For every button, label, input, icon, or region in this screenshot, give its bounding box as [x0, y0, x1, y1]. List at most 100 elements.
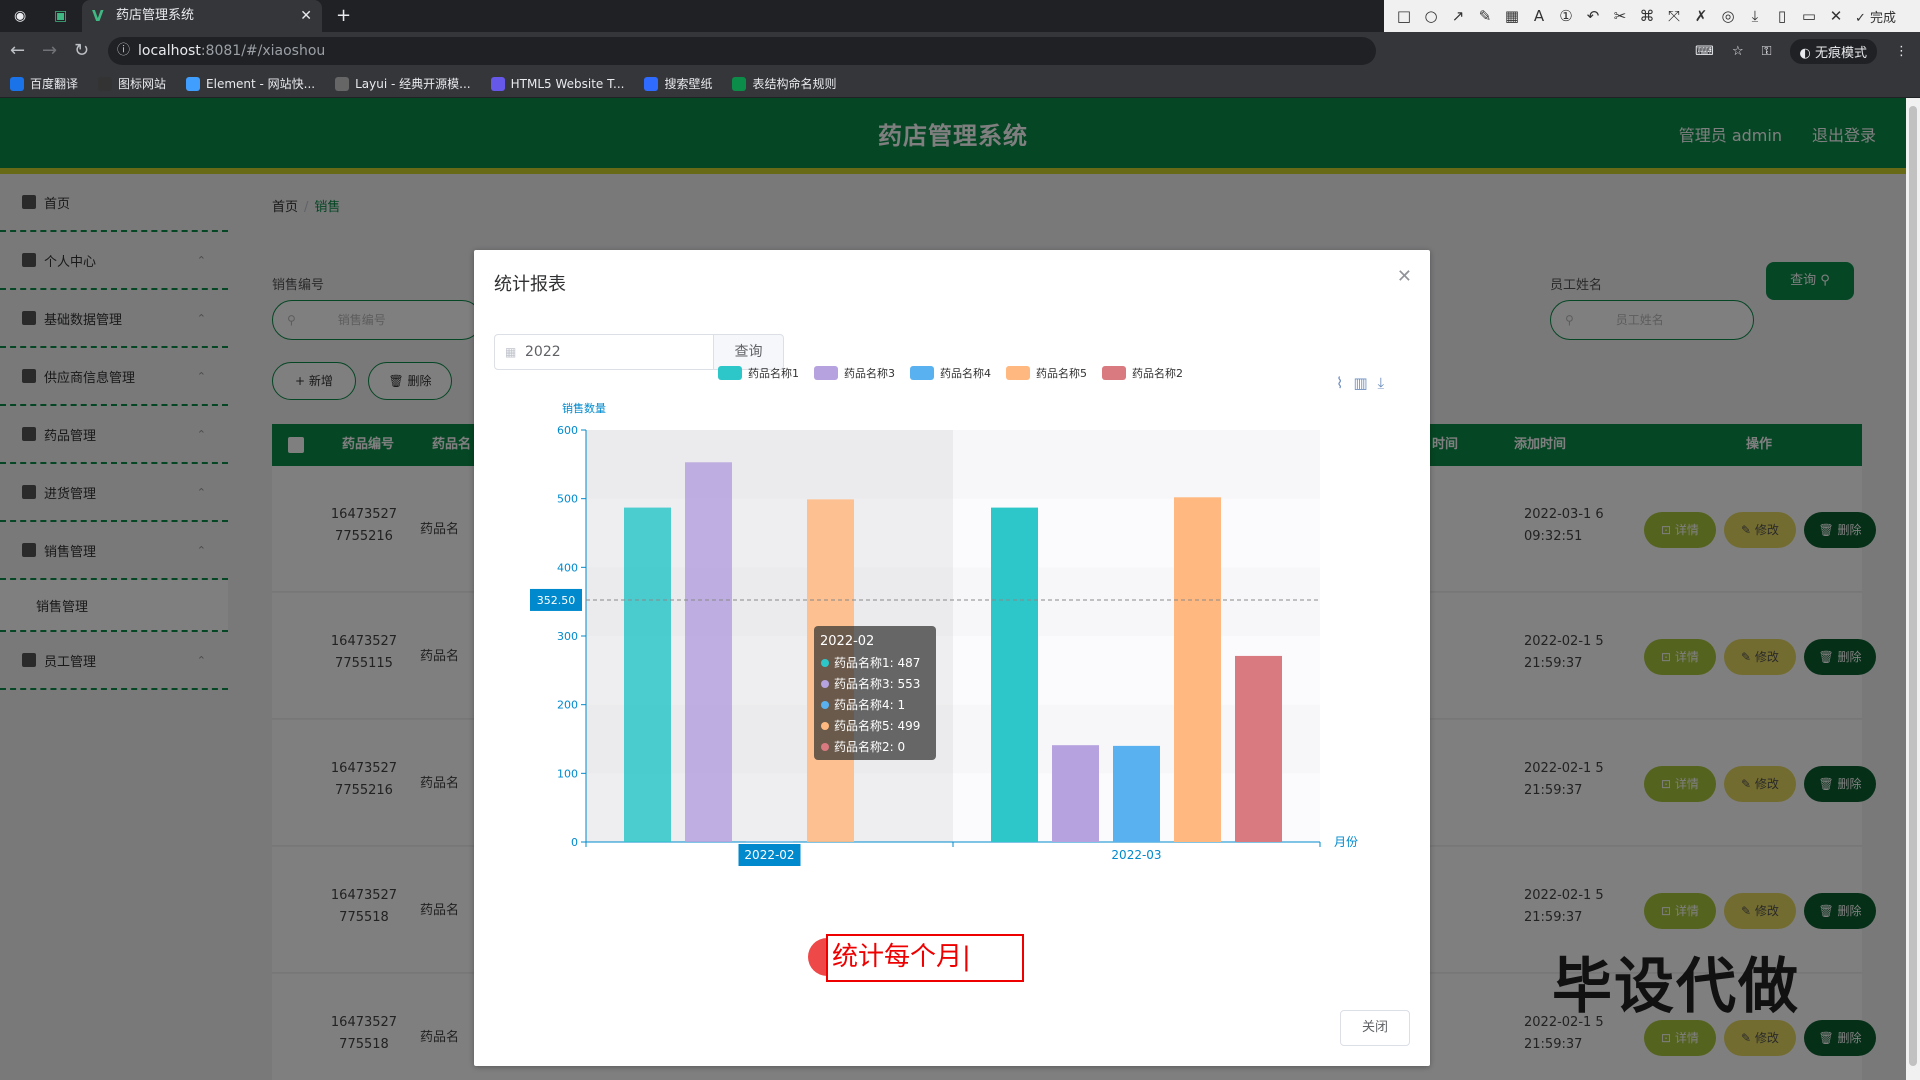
tab-close-icon[interactable]: ✕ — [300, 0, 312, 32]
x-category-label: 2022-02 — [744, 848, 794, 862]
tooltip-line: 药品名称2: 0 — [834, 739, 905, 754]
long-shot-icon[interactable]: ⤧ — [1664, 7, 1684, 25]
url-field[interactable]: ⓘ localhost:8081/#/xiaoshou — [108, 37, 1376, 65]
x-axis-title: 月份 — [1334, 835, 1358, 849]
bookmark-favicon-icon — [732, 76, 747, 91]
bar-药品名称1 — [991, 507, 1038, 842]
bookmark-item[interactable]: Element - 网站快... — [186, 75, 315, 92]
tooltip-line: 药品名称1: 487 — [834, 655, 920, 670]
pen-tool-icon[interactable]: ✎ — [1475, 7, 1495, 25]
text-tool-icon[interactable]: A — [1529, 7, 1549, 25]
bar-药品名称3 — [685, 462, 732, 842]
undo-icon[interactable]: ↶ — [1583, 7, 1603, 25]
bookmark-favicon-icon — [98, 76, 113, 91]
tooltip-line: 药品名称5: 499 — [834, 718, 920, 733]
forward-icon[interactable]: → — [42, 32, 57, 70]
x-category-label: 2022-03 — [1111, 848, 1161, 862]
bookmark-favicon-icon — [10, 76, 24, 91]
sales-bar-chart: 0 100 200 300 400 500 600 销售数量 2022-02 2022-03 月份 3… — [530, 366, 1358, 866]
legend-swatch — [814, 366, 838, 380]
tab-title: 药店管理系统 — [116, 8, 195, 23]
browser-actions: ⌨ ☆ ⚿ ◐ 无痕模式 ⋮ — [1695, 32, 1908, 70]
legend-swatch — [910, 366, 934, 380]
url-host: localhost — [138, 43, 201, 59]
browser-tab-active[interactable]: V 药店管理系统 ✕ — [82, 0, 322, 32]
bookmarks-bar: 百度翻译 图标网站 Element - 网站快... Layui - 经典开源模...… — [0, 70, 1920, 98]
done-button[interactable]: ✓ 完成 — [1855, 7, 1896, 26]
cancel-pin-icon[interactable]: ✗ — [1691, 7, 1711, 25]
legend-label: 药品名称2 — [1132, 366, 1183, 380]
legend-swatch — [1006, 366, 1030, 380]
number-tool-icon[interactable]: ① — [1556, 7, 1576, 25]
bookmark-star-icon[interactable]: ☆ — [1732, 44, 1744, 59]
bookmark-label: 表结构命名规则 — [752, 77, 837, 91]
bookmark-item[interactable]: 表结构命名规则 — [732, 75, 836, 92]
bookmark-label: 百度翻译 — [30, 77, 79, 91]
tooltip-title: 2022-02 — [820, 634, 874, 649]
bar-药品名称5 — [1174, 497, 1221, 842]
legend-label: 药品名称3 — [844, 366, 895, 380]
arrow-tool-icon[interactable]: ↗ — [1448, 7, 1468, 25]
bar-药品名称1 — [624, 507, 671, 842]
tooltip-marker — [821, 659, 829, 667]
bookmark-favicon-icon — [490, 76, 505, 91]
download-icon[interactable]: ⤓ — [1745, 7, 1765, 25]
address-bar-row: ← → ↻ ⓘ localhost:8081/#/xiaoshou ⌨ ☆ ⚿ … — [0, 32, 1920, 70]
watermark-text: 毕设代做 — [1552, 952, 1800, 1022]
back-icon[interactable]: ← — [10, 32, 25, 70]
y-axis-title: 销售数量 — [562, 401, 606, 415]
dialog-title: 统计报表 — [494, 274, 566, 295]
bookmark-favicon-icon — [644, 76, 659, 91]
tooltip-marker — [821, 701, 829, 709]
tooltip-marker — [821, 722, 829, 730]
bookmark-label: Element - 网站快... — [206, 77, 316, 91]
bar-药品名称4 — [1113, 745, 1160, 842]
bookmark-label: 图标网站 — [118, 77, 167, 91]
close-icon[interactable]: ✕ — [1826, 7, 1846, 25]
incognito-badge[interactable]: ◐ 无痕模式 — [1789, 38, 1877, 64]
page-scrollbar[interactable] — [1906, 98, 1920, 1080]
browser-more-icon[interactable]: ⋮ — [1895, 44, 1908, 59]
copy-icon[interactable]: ▯ — [1772, 7, 1792, 25]
scrollbar-thumb[interactable] — [1909, 106, 1917, 1066]
bookmark-icon[interactable]: ▭ — [1799, 7, 1819, 25]
legend-label: 药品名称4 — [940, 366, 991, 380]
year-value: 2022 — [525, 344, 561, 360]
bookmark-favicon-icon — [335, 76, 350, 91]
pinned-tab-icon[interactable]: ▣ — [54, 0, 67, 32]
bookmark-item[interactable]: Layui - 经典开源模... — [335, 75, 471, 92]
bookmark-item[interactable]: 百度翻译 — [10, 75, 78, 92]
site-info-icon[interactable]: ⓘ — [117, 37, 130, 65]
legend-label: 药品名称5 — [1036, 366, 1087, 380]
tooltip-marker — [821, 743, 829, 751]
axis-pointer-label: 352.50 — [537, 594, 576, 607]
legend-swatch — [1102, 366, 1126, 380]
annotation-textbox[interactable]: 统计每个月| — [826, 934, 1024, 982]
tooltip-line: 药品名称3: 553 — [834, 676, 920, 691]
reload-icon[interactable]: ↻ — [74, 32, 89, 70]
bar-药品名称4 — [746, 841, 793, 842]
record-icon[interactable]: ◎ — [1718, 7, 1738, 25]
vue-logo-icon: V — [92, 7, 104, 25]
bookmark-item[interactable]: HTML5 Website T... — [490, 76, 625, 91]
pin-icon[interactable]: ✂ — [1610, 7, 1630, 25]
ellipse-tool-icon[interactable]: ○ — [1421, 7, 1441, 25]
bookmark-item[interactable]: 图标网站 — [98, 75, 166, 92]
legend-label: 药品名称1 — [748, 366, 799, 380]
bookmark-label: HTML5 Website T... — [510, 76, 625, 91]
url-path: :8081/#/xiaoshou — [200, 43, 326, 59]
bookmark-item[interactable]: 搜索壁纸 — [644, 75, 712, 92]
dialog-close-icon[interactable]: ✕ — [1397, 266, 1412, 287]
new-tab-icon[interactable]: + — [336, 0, 351, 32]
mosaic-tool-icon[interactable]: ▦ — [1502, 7, 1522, 25]
translate-icon[interactable]: ⌘ — [1637, 7, 1657, 25]
rectangle-tool-icon[interactable]: □ — [1394, 7, 1414, 25]
y-tick-label: 0 — [571, 836, 578, 849]
dialog-close-button[interactable]: 关闭 — [1340, 1010, 1410, 1046]
translate-page-icon[interactable]: ⌨ — [1695, 44, 1714, 59]
legend-swatch — [718, 366, 742, 380]
incognito-label: 无痕模式 — [1814, 45, 1867, 61]
browser-menu-icon[interactable]: ◉ — [14, 0, 26, 32]
y-tick-label: 300 — [557, 630, 578, 643]
key-icon[interactable]: ⚿ — [1762, 44, 1772, 59]
